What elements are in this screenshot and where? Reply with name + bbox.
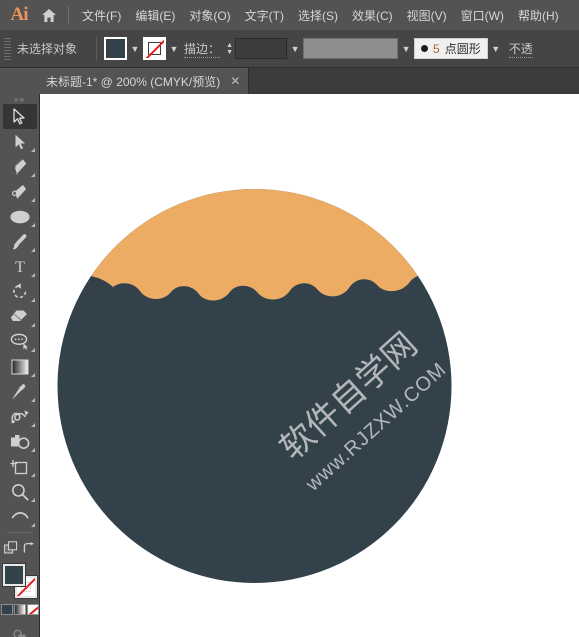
flyout-triangle-icon [30,298,35,302]
gradient-tool[interactable] [3,354,37,379]
flyout-triangle-icon [30,348,35,352]
fill-stroke-controls-row [0,536,39,560]
menu-item-file[interactable]: 文件(F) [75,3,128,28]
illustrator-window: Ai 文件(F) 编辑(E) 对象(O) 文字(T) 选择(S) 效果(C) 视… [0,0,579,637]
app-logo: Ai [10,4,29,25]
flyout-triangle-icon [30,173,35,177]
none-mode-icon[interactable] [26,604,39,615]
document-tab-bar: 未标题-1* @ 200% (CMYK/预览) ✕ [0,68,579,94]
type-tool[interactable]: T [3,254,37,279]
rotate-tool[interactable] [3,279,37,304]
stroke-weight-label: 描边： [184,41,221,58]
brush-profile-label: 点圆形 [444,42,481,56]
round-dot-icon [421,45,429,52]
flyout-triangle-icon [30,148,35,152]
fill-color-swatch[interactable] [104,37,128,60]
opacity-label: 不透 [508,41,533,58]
scallop-top-shape[interactable] [47,189,461,301]
blend-tool[interactable] [3,404,37,429]
pen-tool[interactable] [3,154,37,179]
stroke-weight-input[interactable] [235,38,288,59]
menu-item-list: 文件(F) 编辑(E) 对象(O) 文字(T) 选择(S) 效果(C) 视图(V… [75,3,566,28]
brush-definition-dropdown-icon[interactable]: ▼ [488,37,504,60]
eraser-tool[interactable] [3,304,37,329]
swap-fill-stroke-icon[interactable] [21,540,37,556]
color-mode-row [0,604,39,615]
brush-definition-select[interactable]: 5 点圆形 [414,38,488,59]
gradient-mode-icon[interactable] [13,604,26,615]
menu-item-edit[interactable]: 编辑(E) [128,3,182,28]
selection-tool[interactable] [2,104,37,129]
document-tab-title: 未标题-1* @ 200% (CMYK/预览) [46,74,221,89]
lasso-tool[interactable] [3,329,37,354]
tab-bar-grip [0,68,34,94]
flyout-triangle-icon [30,498,35,502]
curvature-tool[interactable] [3,179,37,204]
artwork-illustration[interactable] [41,94,579,637]
flyout-triangle-icon [30,273,35,277]
fill-stroke-swatches [1,563,38,600]
flyout-triangle-icon [30,448,35,452]
flyout-triangle-icon [30,473,35,477]
control-divider-1 [96,36,98,61]
flyout-triangle-icon [30,398,35,402]
paintbrush-tool[interactable] [3,229,37,254]
menu-bar: Ai 文件(F) 编辑(E) 对象(O) 文字(T) 选择(S) 效果(C) 视… [0,0,579,30]
flyout-triangle-icon [30,323,35,327]
menu-item-help[interactable]: 帮助(H) [511,3,566,28]
control-bar-grip[interactable] [4,37,11,61]
menu-item-select[interactable]: 选择(S) [291,3,345,28]
default-fill-stroke-icon[interactable] [3,540,19,556]
flyout-triangle-icon [30,198,35,202]
stroke-weight-stepper[interactable]: ▲ ▼ [224,38,235,60]
selection-status-label: 未选择对象 [17,42,78,56]
control-bar: 未选择对象 ▼ ▼ 描边： ▲ ▼ ▼ ▼ 5 点圆形 ▼ 不透 [0,30,579,68]
tool-divider [6,532,33,533]
shape-builder-tool[interactable] [3,429,37,454]
menu-item-type[interactable]: 文字(T) [238,3,291,28]
flyout-triangle-icon [30,423,35,427]
menu-item-object[interactable]: 对象(O) [182,3,237,28]
menu-item-view[interactable]: 视图(V) [400,3,454,28]
menu-item-effect[interactable]: 效果(C) [345,3,400,28]
stroke-color-swatch[interactable] [143,37,167,60]
ellipse-tool[interactable] [3,204,37,229]
fill-dropdown-icon[interactable]: ▼ [127,37,143,60]
scallop-top-group[interactable] [47,189,461,301]
fill-swatch[interactable] [1,563,26,587]
tool-panel: »» T [0,94,40,637]
menu-divider [68,6,69,24]
flyout-triangle-icon [30,373,35,377]
double-chevron-icon[interactable]: »» [0,94,39,104]
flyout-triangle-icon [30,523,35,527]
direct-selection-tool[interactable] [3,129,37,154]
flyout-triangle-icon [30,248,35,252]
home-icon[interactable] [34,0,64,30]
document-tab[interactable]: 未标题-1* @ 200% (CMYK/预览) ✕ [34,68,250,94]
close-icon[interactable]: ✕ [230,75,240,87]
zoom-tool[interactable] [3,479,37,504]
svg-text:T: T [15,259,25,275]
brush-size-value: 5 [433,41,440,56]
menu-item-window[interactable]: 窗口(W) [454,3,511,28]
artboard-canvas[interactable]: 软件自学网 www.RJZXW.COM [41,94,579,637]
flyout-triangle-icon [30,223,35,227]
variable-width-dropdown-icon[interactable]: ▼ [398,37,414,60]
stroke-weight-dropdown-icon[interactable]: ▼ [287,37,303,60]
artboard-tool[interactable] [3,454,37,479]
stroke-dropdown-icon[interactable]: ▼ [166,37,182,60]
draw-normal-icon[interactable] [3,623,37,637]
color-mode-icon[interactable] [0,604,13,615]
hand-tool[interactable] [3,504,37,529]
eyedropper-tool[interactable] [3,379,37,404]
variable-width-profile-field[interactable] [303,38,399,59]
